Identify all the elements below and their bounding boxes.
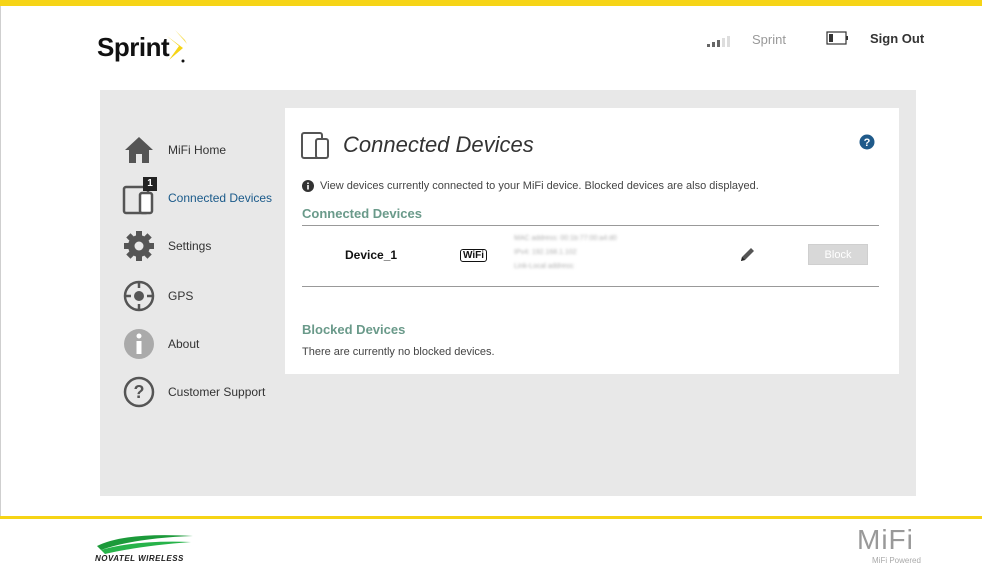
page-title: Connected Devices [343,132,534,157]
sprint-mark-icon [167,30,193,63]
gps-icon [120,277,158,315]
info-icon [120,325,158,363]
device-mac: MAC address: 00:1b:77:00:a4:d0 [514,235,617,242]
sidebar-item-label: GPS [168,289,194,303]
device-ipv4: IPv4: 192.168.1.102 [514,249,577,256]
device-row: Device_1 WiFi MAC address: 00:1b:77:00:a… [302,226,879,288]
top-accent-bar [0,0,982,6]
svg-text:?: ? [134,382,145,402]
content-card: Connected Devices ? View devices current… [285,108,899,374]
sidebar-item-label: Customer Support [168,385,266,399]
device-name: Device_1 [345,248,398,262]
home-icon [120,131,158,169]
sidebar-item-customer-support[interactable]: ? Customer Support [120,372,280,412]
edit-pencil-icon[interactable] [738,246,756,264]
question-icon: ? [120,373,158,411]
left-border [0,6,1,516]
gear-icon [120,227,158,265]
info-circle-icon [302,180,314,192]
no-blocked-message: There are currently no blocked devices. [302,346,495,358]
sidebar-item-mifi-home[interactable]: MiFi Home [120,130,280,170]
devices-icon: 1 [120,177,158,217]
brand-text: Sprint [97,32,170,62]
sidebar-item-label: Connected Devices [168,191,273,205]
wifi-badge: WiFi [460,249,488,262]
blocked-devices-heading: Blocked Devices [302,322,406,337]
sidebar-item-connected-devices[interactable]: 1 Connected Devices [120,177,280,218]
mifi-logo: MiFi [857,524,914,555]
sidebar-item-label: Settings [168,239,212,253]
connected-devices-heading: Connected Devices [302,206,422,221]
battery-icon [826,31,848,45]
sidebar-item-gps[interactable]: GPS [120,276,280,316]
sidebar-item-label: MiFi Home [168,143,227,157]
novatel-wordmark: NOVATEL WIRELESS [95,554,184,563]
carrier-name: Sprint [752,32,786,47]
sidebar-item-settings[interactable]: Settings [120,226,280,266]
device-details: MAC address: 00:1b:77:00:a4:d0 IPv4: 192… [514,232,617,274]
block-button[interactable]: Block [808,244,868,265]
info-text: View devices currently connected to your… [320,180,759,192]
footer-accent-bar [0,516,982,519]
mifi-powered: MiFi Powered [872,556,921,564]
info-line: View devices currently connected to your… [302,180,759,192]
divider [302,286,879,287]
devices-title-icon [301,132,329,159]
main-panel: MiFi Home 1 Connected Devices Settings G… [100,90,916,496]
page: Sprint Sprint Sign Out MiFi Home 1 Conne… [0,0,982,564]
sidebar-item-label: About [168,337,200,351]
signal-strength-icon [707,36,730,47]
sign-out-link[interactable]: Sign Out [870,31,924,46]
sidebar-item-about[interactable]: About [120,324,280,364]
device-link-local: Link-Local address: [514,263,575,270]
device-count-badge: 1 [143,177,157,191]
svg-text:?: ? [864,137,871,149]
help-icon[interactable]: ? [859,134,875,150]
